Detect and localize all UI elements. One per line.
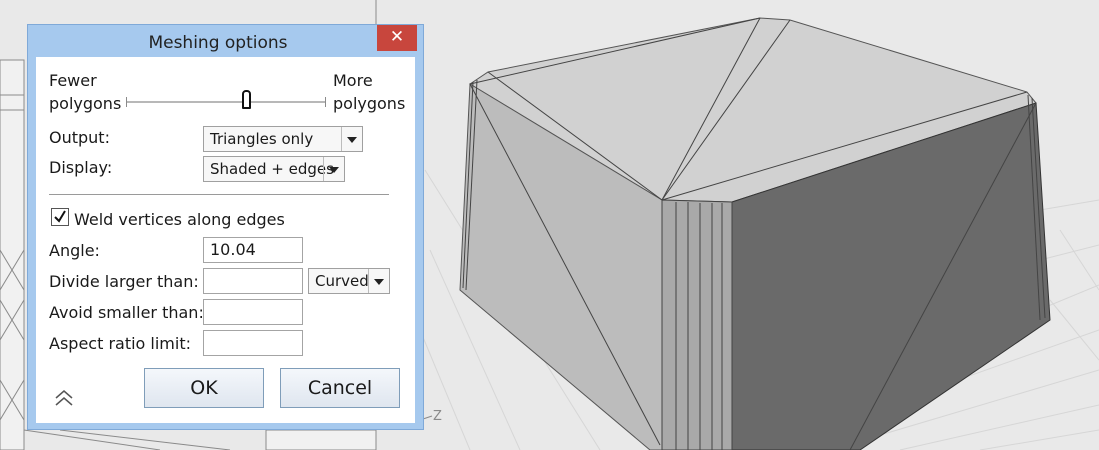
dialog-title-bar[interactable]: Meshing options ✕ bbox=[28, 25, 423, 57]
slider-track-end-left bbox=[126, 97, 127, 107]
fewer-polygons-label-line2: polygons bbox=[49, 94, 122, 113]
weld-vertices-checkbox[interactable] bbox=[51, 208, 69, 226]
more-polygons-label-line2: polygons bbox=[333, 94, 406, 113]
chevron-down-icon bbox=[323, 157, 344, 181]
dialog-content: Fewer polygons More polygons Output: Tri… bbox=[36, 57, 415, 423]
slider-track bbox=[126, 101, 326, 103]
divide-mode-dropdown[interactable]: Curved bbox=[308, 268, 390, 294]
meshing-options-dialog: Meshing options ✕ Fewer polygons More po… bbox=[27, 24, 424, 430]
avoid-smaller-than-label: Avoid smaller than: bbox=[49, 303, 204, 322]
display-dropdown-value: Shaded + edges bbox=[210, 160, 334, 178]
output-dropdown[interactable]: Triangles only bbox=[203, 126, 363, 152]
aspect-ratio-limit-input[interactable] bbox=[203, 330, 303, 356]
close-icon: ✕ bbox=[389, 27, 405, 47]
divide-mode-value: Curved bbox=[315, 272, 369, 290]
angle-label: Angle: bbox=[49, 241, 100, 260]
more-polygons-label-line1: More bbox=[333, 71, 373, 90]
slider-thumb[interactable] bbox=[242, 90, 251, 109]
chevron-down-icon bbox=[368, 269, 389, 293]
dialog-title: Meshing options bbox=[148, 33, 288, 53]
checkmark-icon bbox=[54, 210, 66, 223]
double-chevron-up-icon[interactable] bbox=[53, 387, 75, 409]
fewer-polygons-label-line1: Fewer bbox=[49, 71, 97, 90]
close-button[interactable]: ✕ bbox=[377, 25, 417, 51]
output-dropdown-value: Triangles only bbox=[210, 130, 314, 148]
output-label: Output: bbox=[49, 128, 110, 147]
meshed-box-model bbox=[459, 17, 1051, 450]
slider-track-end-right bbox=[325, 97, 326, 107]
section-divider bbox=[49, 194, 389, 195]
cancel-button[interactable]: Cancel bbox=[280, 368, 400, 408]
angle-input[interactable]: 10.04 bbox=[203, 237, 303, 263]
avoid-smaller-than-input[interactable] bbox=[203, 299, 303, 325]
divide-larger-than-label: Divide larger than: bbox=[49, 272, 199, 291]
ok-button[interactable]: OK bbox=[144, 368, 264, 408]
display-dropdown[interactable]: Shaded + edges bbox=[203, 156, 345, 182]
axis-label: Z bbox=[433, 409, 442, 424]
display-label: Display: bbox=[49, 158, 113, 177]
aspect-ratio-limit-label: Aspect ratio limit: bbox=[49, 334, 191, 353]
divide-larger-than-input[interactable] bbox=[203, 268, 303, 294]
chevron-down-icon bbox=[341, 127, 362, 151]
weld-vertices-label[interactable]: Weld vertices along edges bbox=[74, 210, 285, 229]
polygon-density-slider[interactable] bbox=[126, 90, 326, 125]
